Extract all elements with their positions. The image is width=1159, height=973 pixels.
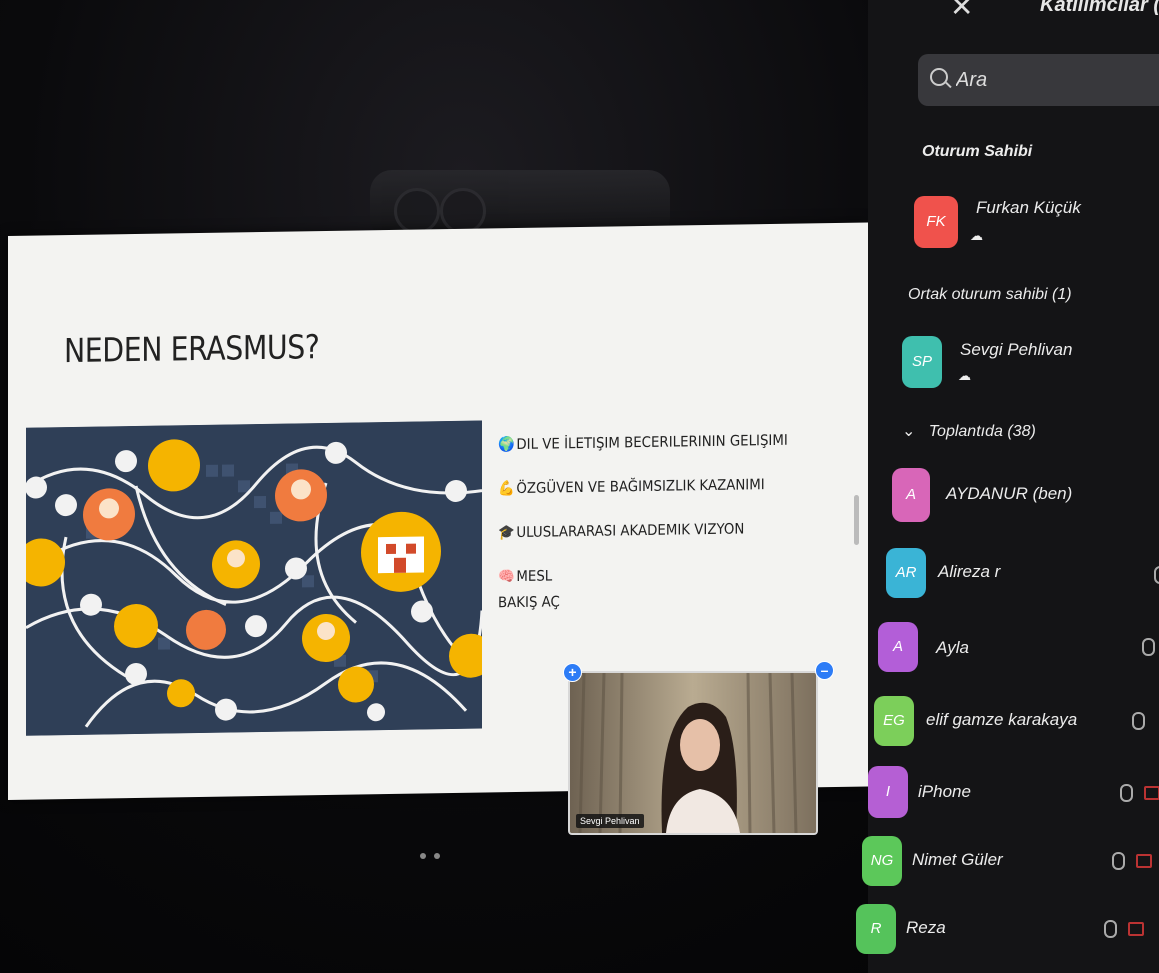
bullet-text: ULUSLARARASI AKADEMIK VIZYON [516,521,745,542]
network-illustration [26,420,482,736]
zoom-in-icon[interactable]: + [563,663,582,682]
graduation-cap-icon: 🎓 [498,525,515,542]
slide-bullet-list: 🌍 DIL VE İLETIŞIM BECERILERININ GELIŞIMI … [498,427,828,634]
bullet-perspective: BAKIŞ AÇ [498,586,802,617]
bullet-academic: 🎓 ULUSLARARASI AKADEMIK VIZYON [498,516,802,547]
avatar: A [892,468,930,522]
microphone-icon[interactable] [1154,566,1159,584]
avatar: AR [886,548,926,598]
avatar: I [868,766,908,818]
search-icon [930,68,948,86]
participant-name: Sevgi Pehlivan [960,340,1073,359]
participant-search[interactable] [918,54,1159,106]
participant-name: Alireza r [938,562,1001,581]
slide-title: NEDEN ERASMUS? [64,327,320,371]
bullet-language: 🌍 DIL VE İLETIŞIM BECERILERININ GELIŞIMI [498,428,802,459]
flexed-bicep-icon: 💪 [498,481,515,498]
panel-title: Katılımcılar (4 [1040,0,1159,16]
meeting-section-toggle[interactable]: ⌄ Toplantıda (38) [902,421,1036,441]
pager-dot[interactable] [420,853,426,859]
speaker-video[interactable]: Sevgi Pehlivan [568,671,818,835]
participant-name: elif gamze karakaya [926,710,1078,729]
avatar: NG [862,836,902,886]
avatar: R [856,904,896,954]
avatar: A [878,622,918,672]
video-off-icon[interactable] [1144,786,1159,800]
brain-icon: 🧠 [498,569,515,586]
participant-name: Reza [906,918,946,937]
slide-pager[interactable] [420,853,440,859]
avatar: EG [874,696,914,746]
cohost-section-label: Ortak oturum sahibi (1) [908,286,1072,303]
video-off-icon[interactable] [1128,922,1144,936]
bullet-confidence: 💪 ÖZGÜVEN VE BAĞIMSIZLIK KAZANIMI [498,472,802,503]
pager-dot[interactable] [434,853,440,859]
meeting-section-label: Toplantıda (38) [928,423,1036,440]
video-off-icon[interactable] [1136,854,1152,868]
cloud-icon: ☁ [958,368,971,383]
microphone-icon[interactable] [1132,712,1145,730]
microphone-icon[interactable] [1120,784,1133,802]
bullet-text: ÖZGÜVEN VE BAĞIMSIZLIK KAZANIMI [516,477,765,498]
participants-panel: ✕ Katılımcılar (4 Oturum Sahibi FK Furka… [856,0,1159,973]
participant-name: AYDANUR (ben) [946,484,1073,503]
host-section-label: Oturum Sahibi [922,143,1033,160]
microphone-icon[interactable] [1104,920,1117,938]
close-icon[interactable]: ✕ [950,0,973,23]
zoom-out-icon[interactable]: – [815,661,834,680]
bullet-text: DIL VE İLETIŞIM BECERILERININ GELIŞIMI [516,432,788,454]
search-input[interactable] [954,66,1158,94]
participant-name: Nimet Güler [912,850,1003,869]
bullet-text: BAKIŞ AÇ [498,594,560,612]
cloud-icon: ☁ [970,228,983,243]
participant-name: Ayla [936,638,969,657]
chevron-down-icon: ⌄ [902,423,916,440]
avatar: SP [902,336,942,388]
participant-name: Furkan Küçük [976,198,1081,217]
avatar: FK [914,196,958,248]
speaker-name-label: Sevgi Pehlivan [576,814,644,828]
globe-icon: 🌍 [498,437,515,454]
bullet-text: MESL [516,568,553,586]
microphone-icon[interactable] [1112,852,1125,870]
panel-resize-handle[interactable] [854,495,859,545]
microphone-icon[interactable] [1142,638,1155,656]
participant-name: iPhone [918,782,971,801]
